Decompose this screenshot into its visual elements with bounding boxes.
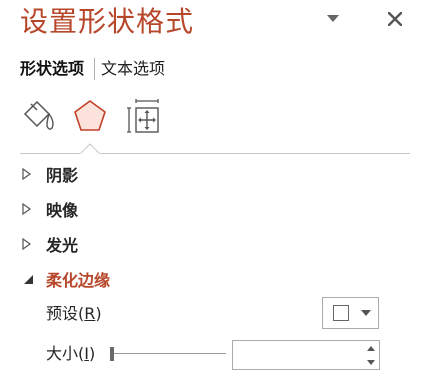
preset-swatch <box>333 305 349 321</box>
spin-up-button[interactable] <box>363 342 379 355</box>
size-input[interactable] <box>233 341 361 369</box>
slider-track <box>110 353 226 354</box>
size-label: 大小(I) <box>46 344 96 363</box>
active-category-pointer <box>80 143 100 155</box>
size-properties-category[interactable] <box>124 96 164 136</box>
slider-thumb[interactable] <box>110 347 114 361</box>
spin-up-icon <box>367 346 375 351</box>
section-shadow[interactable]: 阴影 <box>22 161 78 187</box>
close-button[interactable] <box>381 4 409 34</box>
section-label: 发光 <box>46 236 79 255</box>
tab-separator <box>94 58 96 80</box>
access-key: R <box>84 304 96 323</box>
pane-title: 设置形状格式 <box>20 5 195 38</box>
spin-down-icon <box>367 360 375 365</box>
dropdown-caret-icon <box>361 310 371 316</box>
expand-arrow-icon <box>22 236 38 252</box>
preset-dropdown-button[interactable] <box>322 297 379 329</box>
close-icon <box>388 12 402 26</box>
chevron-down-icon <box>327 15 339 22</box>
section-soft-edges[interactable]: 柔化边缘 <box>22 266 110 292</box>
expand-arrow-icon <box>22 201 38 217</box>
section-label: 映像 <box>46 201 79 220</box>
preset-label: 预设(R) <box>46 304 102 323</box>
tab-text-options[interactable]: 文本选项 <box>101 57 165 81</box>
section-reflection[interactable]: 映像 <box>22 196 78 222</box>
section-glow[interactable]: 发光 <box>22 231 78 257</box>
effects-icon <box>74 100 106 131</box>
spin-down-button[interactable] <box>363 356 379 369</box>
pane-options-button[interactable] <box>319 4 347 34</box>
size-spinbox <box>232 340 380 370</box>
tab-shape-options[interactable]: 形状选项 <box>20 57 84 81</box>
format-shape-pane: 设置形状格式 形状选项 文本选项 阴影 映像 发光 柔化边缘 预设(R) 大小(… <box>0 0 427 383</box>
fill-line-icon <box>23 100 54 130</box>
fill-line-category[interactable] <box>18 96 58 136</box>
size-slider[interactable] <box>110 344 226 364</box>
section-divider <box>20 153 410 154</box>
expand-arrow-icon <box>22 166 38 182</box>
section-label: 柔化边缘 <box>46 271 111 290</box>
effects-category[interactable] <box>70 96 110 136</box>
size-properties-icon <box>127 99 159 133</box>
section-label: 阴影 <box>46 166 79 185</box>
options-tabs: 形状选项 文本选项 <box>20 57 165 81</box>
collapse-arrow-icon <box>22 271 38 287</box>
